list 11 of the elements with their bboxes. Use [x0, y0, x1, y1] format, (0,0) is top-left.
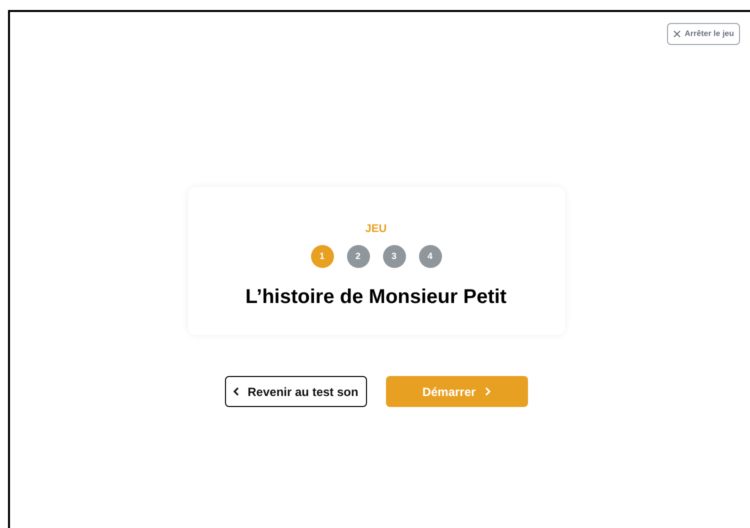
stop-game-button[interactable]: Arrêter le jeu — [666, 23, 740, 45]
step-indicator: 2 — [346, 245, 370, 268]
chevron-right-icon — [484, 387, 491, 396]
step-indicator: 4 — [418, 245, 442, 268]
close-icon — [672, 30, 681, 38]
game-label: JEU — [365, 224, 387, 235]
step-indicator: 1 — [310, 245, 334, 268]
chevron-left-icon — [232, 387, 239, 396]
back-button[interactable]: Revenir au test son — [224, 376, 366, 407]
step-indicator: 3 — [382, 245, 406, 268]
game-title: L’histoire de Monsieur Petit — [245, 287, 507, 307]
